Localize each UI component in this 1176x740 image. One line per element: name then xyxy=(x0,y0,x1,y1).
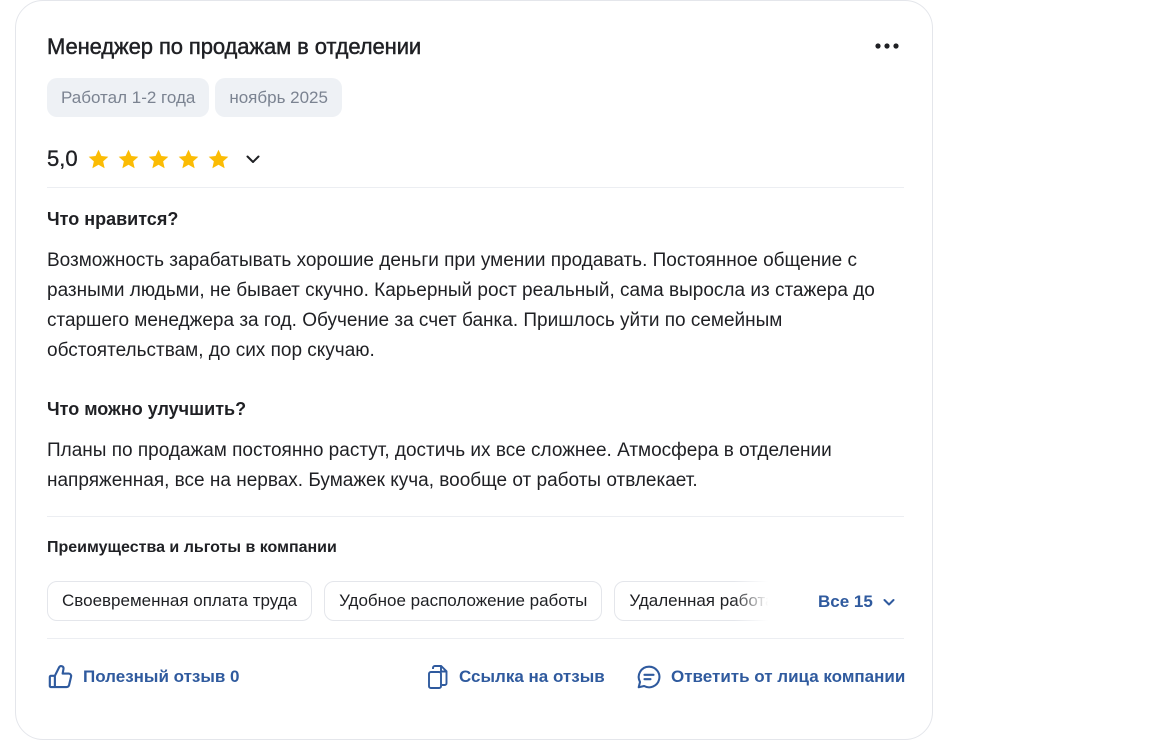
copy-link-icon xyxy=(428,665,448,689)
thumb-up-icon xyxy=(48,664,73,688)
review-title: Менеджер по продажам в отделении xyxy=(47,34,422,59)
copy-link-label: Ссылка на отзыв xyxy=(459,667,605,686)
benefit-chip[interactable]: Удобное расположение работы xyxy=(324,581,603,621)
helpful-button[interactable]: Полезный отзыв 0 xyxy=(47,663,240,691)
divider xyxy=(47,187,904,188)
show-all-label: Все 15 xyxy=(818,592,873,611)
reply-label: Ответить от лица компании xyxy=(671,667,906,686)
benefit-chip[interactable]: Своевременная оплата труда xyxy=(47,581,313,621)
benefits-carousel: Своевременная оплата труда Удобное распо… xyxy=(47,581,774,621)
divider xyxy=(47,638,904,639)
copy-link-button[interactable]: Ссылка на отзыв xyxy=(426,663,605,691)
review-tags: Работал 1-2 года ноябрь 2025 xyxy=(47,78,342,117)
tag-date: ноябрь 2025 xyxy=(215,78,342,117)
reply-as-company-button[interactable]: Ответить от лица компании xyxy=(636,663,905,691)
rating-value: 5,0 xyxy=(47,146,78,171)
benefits-title: Преимущества и льготы в компании xyxy=(47,539,337,556)
star-icon xyxy=(148,149,168,168)
divider xyxy=(47,516,904,517)
star-icon xyxy=(88,149,108,168)
cons-text: Планы по продажам постоянно растут, дост… xyxy=(47,440,832,491)
benefits-fade-overlay xyxy=(734,581,774,621)
chevron-down-icon xyxy=(883,599,895,606)
helpful-label: Полезный отзыв 0 xyxy=(83,667,240,686)
show-all-benefits-button[interactable]: Все 15 xyxy=(818,592,897,612)
pros-text: Возможность зарабатывать хорошие деньги … xyxy=(47,250,875,361)
rating-row: 5,0 xyxy=(47,144,262,174)
review-card: Менеджер по продажам в отделении Работал… xyxy=(15,0,933,740)
more-options-button[interactable] xyxy=(872,34,902,58)
more-horizontal-icon xyxy=(875,43,899,49)
star-icon xyxy=(208,149,228,168)
star-icon xyxy=(178,149,198,168)
pros-title: Что нравится? xyxy=(47,209,179,229)
tag-experience: Работал 1-2 года xyxy=(47,78,210,117)
chat-bubble-icon xyxy=(637,665,661,689)
star-icon xyxy=(118,149,138,168)
rating-stars xyxy=(87,148,230,171)
cons-title: Что можно улучшить? xyxy=(47,399,247,419)
chevron-down-icon[interactable] xyxy=(244,150,262,168)
